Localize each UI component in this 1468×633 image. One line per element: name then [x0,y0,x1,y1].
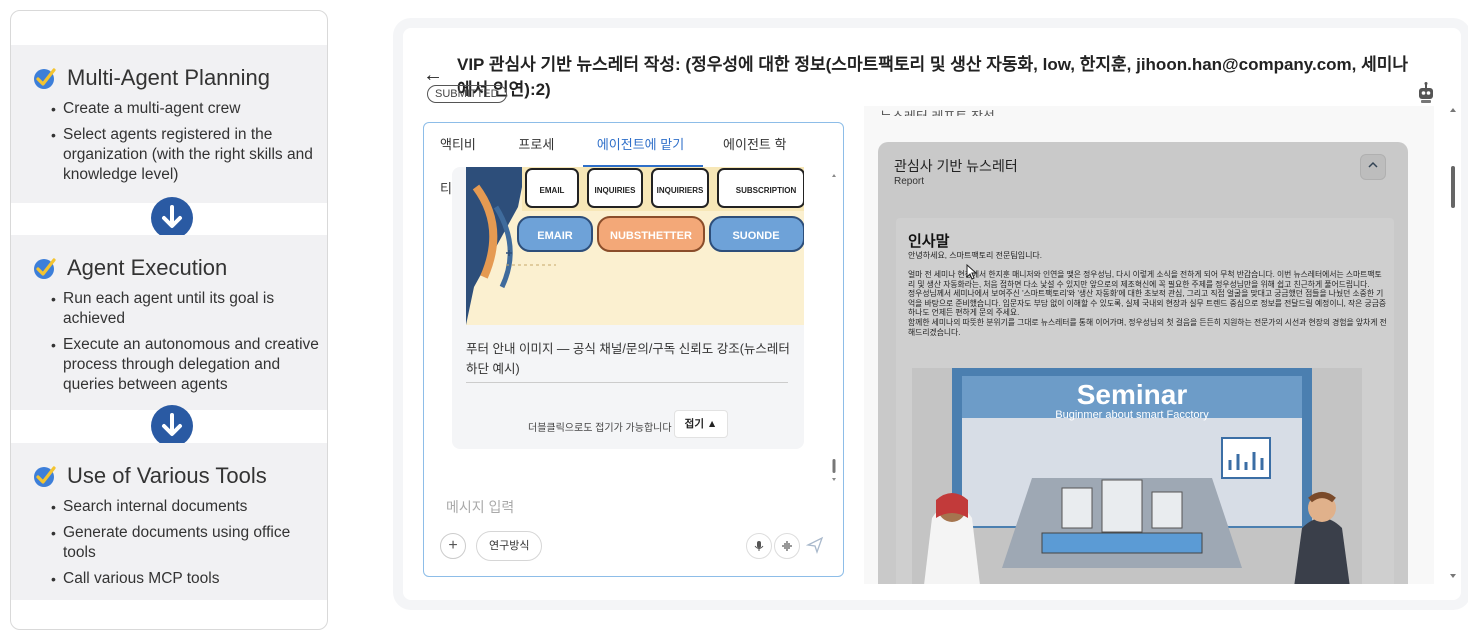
doc-paragraph: 얼마 전 세미나 현장에서 한지훈 매니저와 인연을 맺은 정우성님, 다시 이… [908,270,1382,289]
list-item: Select agents registered in the organiza… [33,125,321,185]
doc-body: 얼마 전 세미나 현장에서 한지훈 매니저와 인연을 맺은 정우성님, 다시 이… [908,270,1388,337]
section-title: Agent Execution [67,255,228,280]
chevron-up-icon [1368,161,1378,168]
chat-scroll-area[interactable]: EMAIL INQUIRIES INQUIRIERS SUBSCRIPTION … [434,167,821,467]
report-header-text: 뉴스레터 레포트 작성 [880,106,995,116]
fold-button[interactable]: 접기 ▲ [674,410,728,438]
image-label: NUBSTHETTER [610,230,692,242]
chat-panel: 액티비티 프로세스 에이전트에 맡기기 에이전트 학습 [423,122,844,577]
tab-process[interactable]: 프로세스 [518,123,562,196]
image-label: SUBSCRIPTION [736,186,797,195]
footer-guide-image: EMAIL INQUIRIES INQUIRIERS SUBSCRIPTION … [466,167,804,325]
chat-scrollbar[interactable] [831,173,837,483]
microphone-icon[interactable] [746,533,772,559]
page-title: VIP 관심사 기반 뉴스레터 작성: (정우성에 대한 정보(스마트팩토리 및… [457,55,1409,99]
check-icon [34,466,56,487]
app-window: ← VIP 관심사 기반 뉴스레터 작성: (정우성에 대한 정보(스마트팩토리… [403,28,1461,600]
research-method-button[interactable]: 연구방식 [476,531,543,561]
seminar-subtitle: Buginmer about smart Facctory [1055,409,1209,421]
image-label: INQUIRIERS [657,186,704,195]
report-card: 관심사 기반 뉴스레터 Report 인사말 안녕하세요, 스마트팩토리 전문팀… [878,142,1408,584]
section-multi-agent-planning: Multi-Agent Planning Create a multi-agen… [11,45,327,203]
check-icon [34,258,56,279]
list-item: Call various MCP tools [33,569,321,589]
workflow-panel: Multi-Agent Planning Create a multi-agen… [10,10,328,630]
tab-bar: 액티비티 프로세스 에이전트에 맡기기 에이전트 학습 [424,123,843,196]
list-item: Generate documents using office tools [33,523,321,563]
image-label: SUONDE [732,230,779,242]
report-scrollbar[interactable] [1449,106,1457,584]
bullet-list: Run each agent until its goal is achieve… [33,289,321,395]
section-title: Use of Various Tools [67,463,267,488]
message-card: EMAIL INQUIRIES INQUIRIERS SUBSCRIPTION … [452,167,804,449]
tab-activity[interactable]: 액티비티 [440,123,484,196]
report-title: 관심사 기반 뉴스레터 [894,158,1018,174]
mouse-cursor-icon [966,264,978,280]
check-icon [34,68,56,89]
tab-agent-learning[interactable]: 에이전트 학습 [723,123,793,196]
seminar-image: Seminar Buginmer about smart Facctory [912,368,1362,584]
list-item: Run each agent until its goal is achieve… [33,289,321,329]
audio-wave-icon[interactable] [774,533,800,559]
doc-paragraph: 함께한 세미나의 따뜻한 분위기를 그대로 뉴스레터를 통해 이어가며, 정우성… [908,317,1387,337]
image-label: INQUIRIES [595,186,637,195]
bullet-list: Create a multi-agent crew Select agents … [33,99,321,185]
doc-heading: 인사말 [908,233,950,250]
list-item: Execute an autonomous and creative proce… [33,335,321,395]
seminar-title: Seminar [1077,379,1188,410]
report-subtitle: Report [894,176,925,187]
doc-greeting: 안녕하세요, 스마트팩토리 전문팀입니다. [908,251,1043,260]
tab-delegate-agent[interactable]: 에이전트에 맡기기 [582,123,704,196]
list-item: Create a multi-agent crew [33,99,321,119]
status-badge: SUBMITTED [427,85,507,103]
collapse-button[interactable] [1360,154,1386,180]
send-icon[interactable] [805,536,824,559]
divider [466,382,788,383]
back-arrow-icon[interactable]: ← [423,64,443,87]
image-label: EMAIL [540,186,565,195]
image-caption: 푸터 안내 이미지 — 공식 채널/문의/구독 신뢰도 강조(뉴스레터 하단 예… [466,342,790,376]
image-label: EMAIR [537,230,573,242]
list-item: Search internal documents [33,497,321,517]
arrow-down-icon [151,197,193,239]
robot-icon[interactable] [1415,82,1437,104]
add-button[interactable]: + [440,533,466,559]
section-title: Multi-Agent Planning [67,65,271,90]
section-agent-execution: Agent Execution Run each agent until its… [11,235,327,410]
doc-paragraph: 정우성님께서 세미나에서 보여주신 '스마트팩토리'와 '생산 자동화'에 대한… [908,289,1387,318]
report-panel[interactable]: 뉴스레터 레포트 작성 관심사 기반 뉴스레터 Report 인사말 안녕하세요… [864,106,1434,584]
message-input[interactable]: 메시지 입력 [446,497,514,517]
page-header: ← VIP 관심사 기반 뉴스레터 작성: (정우성에 대한 정보(스마트팩토리… [423,50,1421,100]
bullet-list: Search internal documents Generate docum… [33,497,321,589]
fold-hint: 더블클릭으로도 접기가 가능합니다 [528,423,672,434]
arrow-down-icon [151,405,193,447]
section-various-tools: Use of Various Tools Search internal doc… [11,443,327,600]
